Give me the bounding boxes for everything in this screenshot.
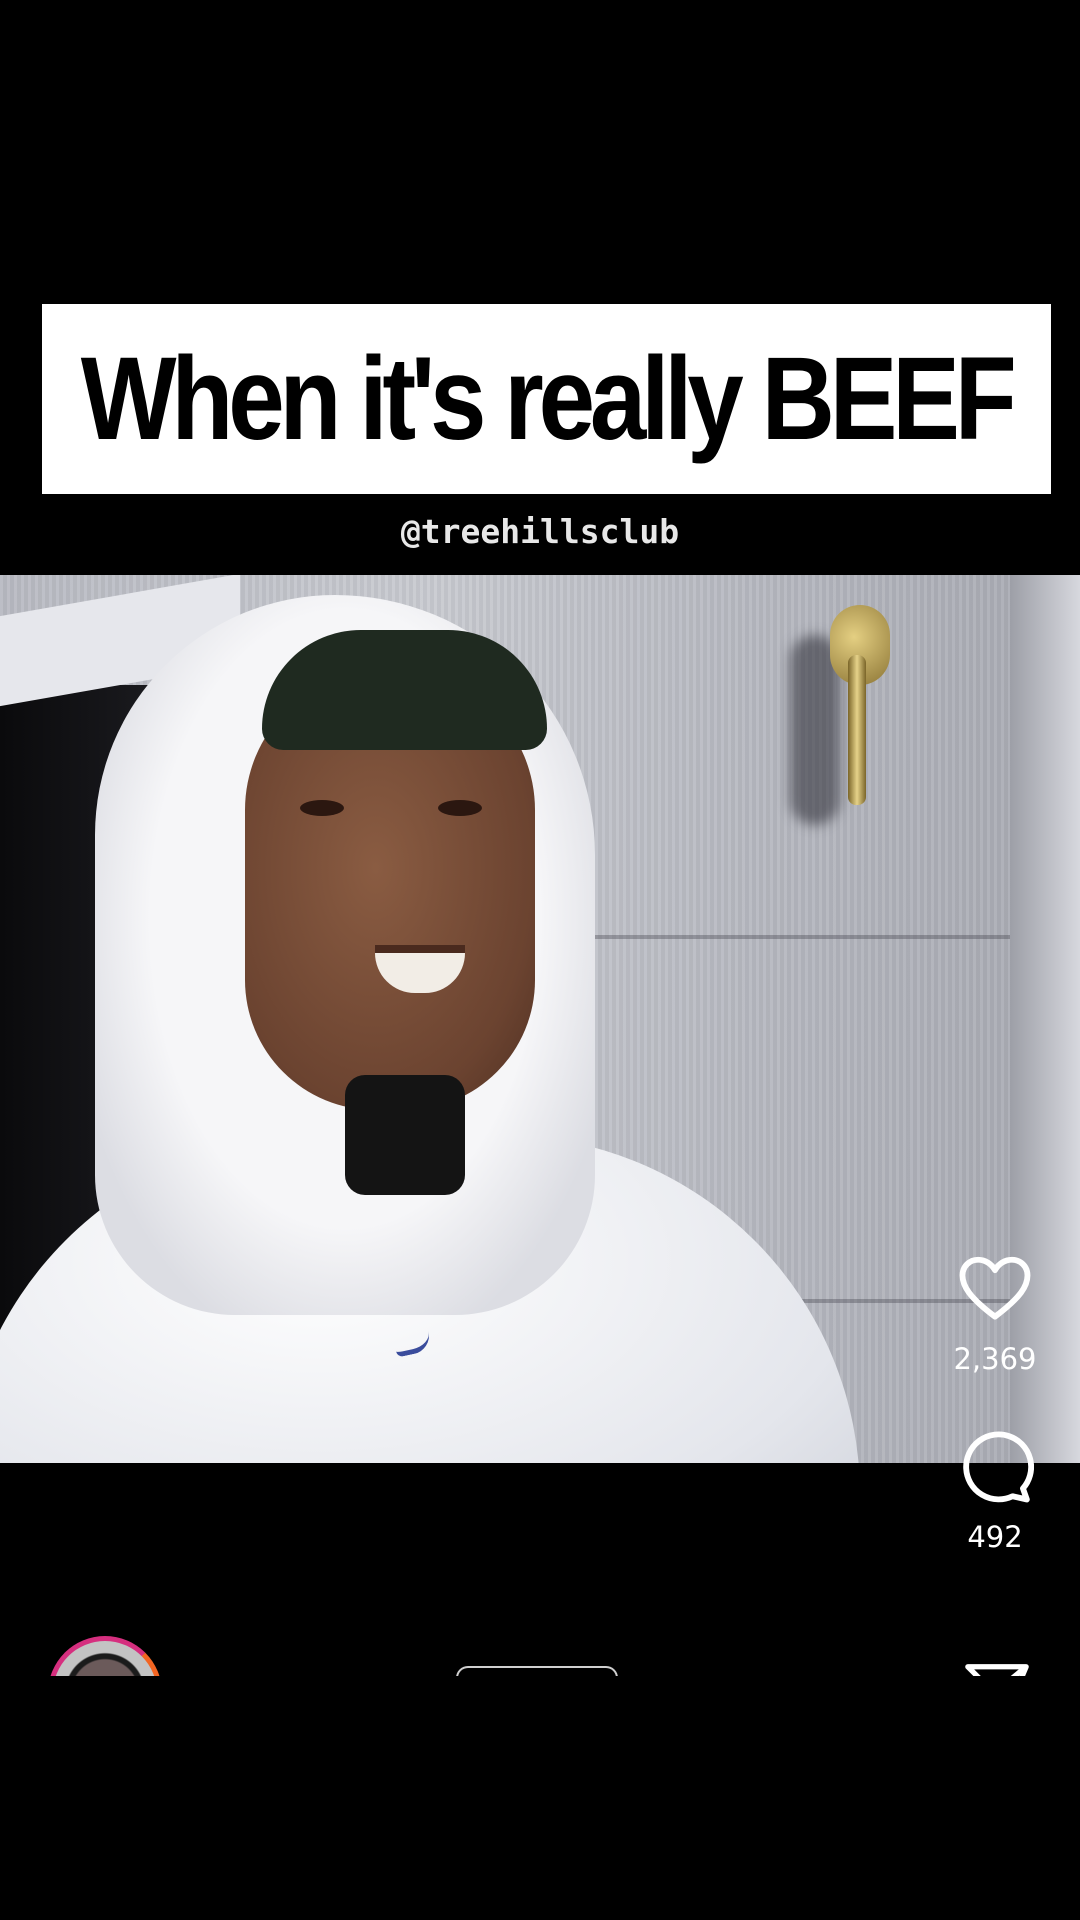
left-eye <box>300 800 344 816</box>
side-actions: 2,369 492 <box>940 1250 1050 1606</box>
like-count: 2,369 <box>953 1342 1037 1376</box>
paper-plane-icon <box>965 1664 1029 1676</box>
comment-count: 492 <box>967 1520 1023 1554</box>
bottom-black-area <box>0 1676 1080 1920</box>
cap <box>262 630 547 750</box>
caption-text: When it's really BEEF <box>81 333 1017 465</box>
heart-icon[interactable] <box>956 1250 1034 1328</box>
caption-box: When it's really BEEF <box>42 304 1051 494</box>
watermark-handle: @treehillsclub <box>400 512 680 551</box>
comment-bubble-icon[interactable] <box>956 1428 1034 1506</box>
right-eye <box>438 800 482 816</box>
shirt-collar <box>345 1075 465 1195</box>
share-button[interactable] <box>962 1658 1032 1676</box>
profile-avatar[interactable] <box>48 1636 160 1676</box>
video-frame[interactable] <box>0 575 1080 1463</box>
person <box>0 575 880 1463</box>
